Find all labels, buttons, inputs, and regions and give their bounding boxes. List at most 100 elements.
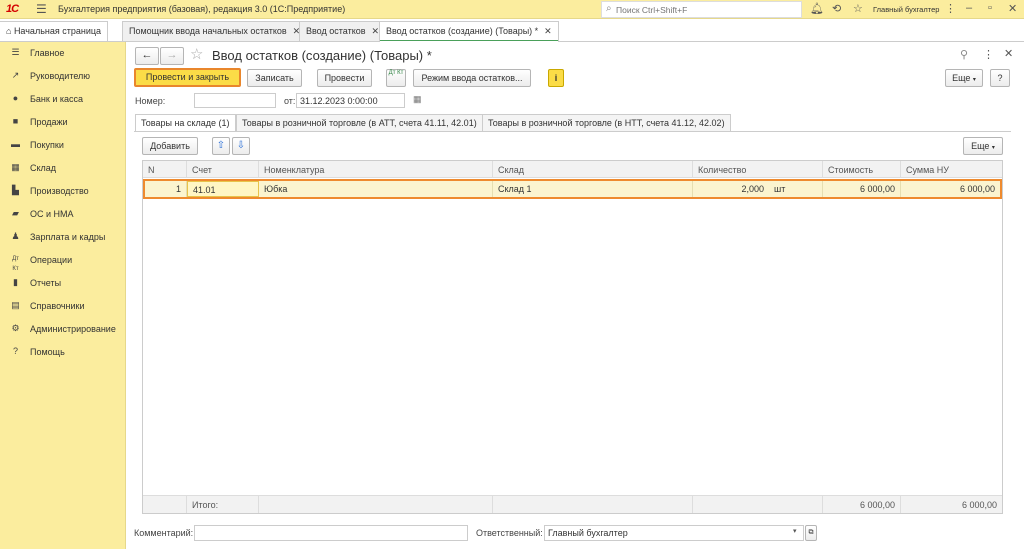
close-icon[interactable]: ✕ <box>372 26 380 36</box>
sidebar-item-label: Покупки <box>30 140 64 150</box>
footer-total-cost: 6 000,00 <box>823 496 901 513</box>
sidebar-item-label: Продажи <box>30 117 68 127</box>
cell-item[interactable]: Юбка <box>259 181 493 197</box>
open-icon: ⧉ <box>808 529 814 536</box>
sidebar-item-label: ОС и НМА <box>30 209 74 219</box>
cell-sum-nu[interactable]: 6 000,00 <box>901 181 1000 197</box>
maximize-icon[interactable]: ▫ <box>988 2 992 14</box>
bell-icon[interactable]: 🔔︎ <box>810 2 824 15</box>
sidebar-item-sales[interactable]: ■ Продажи <box>0 111 126 133</box>
star-icon[interactable]: ☆ <box>853 2 863 15</box>
main-menu-icon[interactable]: ☰ <box>36 2 47 16</box>
box-icon: ▦ <box>11 162 20 172</box>
column-header-warehouse[interactable]: Склад <box>493 161 693 178</box>
sidebar-item-help[interactable]: ? Помощь <box>0 341 126 363</box>
sidebar-item-fixed-assets[interactable]: ▰ ОС и НМА <box>0 203 126 225</box>
responsible-field[interactable]: Главный бухгалтер <box>544 525 804 541</box>
number-field[interactable] <box>194 93 276 108</box>
form-title: Ввод остатков (создание) (Товары) * <box>212 48 432 63</box>
tab-balances[interactable]: Ввод остатков ✕ <box>299 21 387 41</box>
sidebar-item-reports[interactable]: ▮ Отчеты <box>0 272 126 294</box>
move-down-button[interactable]: ⇩ <box>232 137 250 155</box>
sidebar-item-bank[interactable]: ● Банк и касса <box>0 88 126 110</box>
chevron-down-icon[interactable]: ▾ <box>793 527 797 535</box>
bar-chart-icon: ▮ <box>13 277 18 287</box>
tab-home[interactable]: ⌂ Начальная страница <box>0 21 109 41</box>
column-header-qty[interactable]: Количество <box>693 161 823 178</box>
forward-button[interactable]: → <box>160 47 184 65</box>
sidebar-item-purchases[interactable]: ▬ Покупки <box>0 134 126 156</box>
table-row[interactable]: 1 41.01 Юбка Склад 1 2,000 шт 6 000,00 6… <box>143 179 1002 199</box>
question-icon: ? <box>12 346 18 356</box>
column-header-sum-nu[interactable]: Сумма НУ <box>901 161 1002 178</box>
grid-more-button[interactable]: Еще ▾ <box>963 137 1003 155</box>
tab-retail-att[interactable]: Товары в розничной торговле (в АТТ, счет… <box>236 114 483 132</box>
more-label: Еще <box>952 73 971 83</box>
minimize-icon[interactable]: – <box>966 2 972 14</box>
add-button[interactable]: Добавить <box>142 137 198 155</box>
sidebar-item-manager[interactable]: ↗ Руководителю <box>0 65 126 87</box>
column-header-item[interactable]: Номенклатура <box>259 161 493 178</box>
back-button[interactable]: ← <box>135 47 159 65</box>
column-header-cost[interactable]: Стоимость <box>823 161 901 178</box>
help-button[interactable]: ? <box>990 69 1010 87</box>
comment-field[interactable] <box>194 525 468 541</box>
column-header-account[interactable]: Счет <box>187 161 259 178</box>
history-icon[interactable]: ⟲ <box>832 2 841 15</box>
kebab-icon[interactable]: ⋮ <box>983 48 994 61</box>
tab-label: Помощник ввода начальных остатков <box>129 26 287 36</box>
cell-warehouse[interactable]: Склад 1 <box>493 181 693 197</box>
sidebar-item-admin[interactable]: ⚙ Администрирование <box>0 318 126 340</box>
cell-account[interactable]: 41.01 <box>187 181 259 197</box>
sidebar-item-label: Помощь <box>30 347 65 357</box>
post-button[interactable]: Провести <box>317 69 372 87</box>
column-header-n[interactable]: N <box>143 161 187 178</box>
cell-n: 1 <box>145 181 187 197</box>
sidebar-item-label: Склад <box>30 163 57 173</box>
post-and-close-button[interactable]: Провести и закрыть <box>134 68 241 87</box>
sidebar-item-payroll[interactable]: ♟ Зарплата и кадры <box>0 226 126 248</box>
date-field[interactable]: 31.12.2023 0:00:00 <box>296 93 405 108</box>
sidebar-item-label: Производство <box>30 186 89 196</box>
gear-icon: ⚙ <box>11 323 20 333</box>
cell-unit[interactable]: шт <box>769 181 823 197</box>
goods-table[interactable]: N Счет Номенклатура Склад Количество Сто… <box>142 160 1003 514</box>
menu-icon: ☰ <box>11 47 20 57</box>
info-button[interactable]: i <box>548 69 564 87</box>
calendar-icon[interactable]: ▦ <box>413 94 422 105</box>
footer-cell <box>693 496 823 513</box>
save-button[interactable]: Записать <box>247 69 302 87</box>
tab-retail-ntt[interactable]: Товары в розничной торговле (в НТТ, счет… <box>482 114 731 132</box>
kebab-icon[interactable]: ⋮ <box>945 2 956 15</box>
dt-kt-icon: Дт Кт <box>388 70 404 76</box>
tab-assistant[interactable]: Помощник ввода начальных остатков ✕ <box>122 21 308 41</box>
link-icon[interactable]: ⚲ <box>960 48 968 61</box>
table-header: N Счет Номенклатура Склад Количество Сто… <box>143 161 1002 178</box>
open-button[interactable]: ⧉ <box>805 525 817 541</box>
move-up-button[interactable]: ⇧ <box>212 137 230 155</box>
search-box[interactable]: ⌕ <box>601 1 802 18</box>
chevron-down-icon: ▾ <box>972 77 976 83</box>
tab-goods-in-warehouse[interactable]: Товары на складе (1) <box>135 114 236 132</box>
dt-kt-button[interactable]: Дт Кт <box>386 69 406 87</box>
cell-cost[interactable]: 6 000,00 <box>823 181 901 197</box>
sidebar-item-production[interactable]: ▙ Производство <box>0 180 126 202</box>
app-logo: 1С <box>6 3 19 15</box>
sidebar-item-operations[interactable]: Дт Кт Операции <box>0 249 126 272</box>
sidebar-item-catalogs[interactable]: ▤ Справочники <box>0 295 126 317</box>
tab-balances-goods[interactable]: Ввод остатков (создание) (Товары) * ✕ <box>379 21 559 42</box>
user-name[interactable]: Главный бухгалтер <box>873 5 939 14</box>
close-icon[interactable]: ✕ <box>544 26 552 36</box>
favorite-star-icon[interactable]: ☆ <box>190 45 203 63</box>
cell-qty[interactable]: 2,000 <box>693 181 769 197</box>
input-mode-button[interactable]: Режим ввода остатков... <box>413 69 531 87</box>
footer-cell <box>493 496 693 513</box>
close-icon[interactable]: ✕ <box>1004 47 1013 60</box>
sidebar-item-warehouse[interactable]: ▦ Склад <box>0 157 126 179</box>
sidebar-item-label: Банк и касса <box>30 94 83 104</box>
close-icon[interactable]: ✕ <box>1008 2 1017 15</box>
bag-icon: ■ <box>12 116 19 126</box>
sidebar-item-main[interactable]: ☰ Главное <box>0 42 126 64</box>
more-button[interactable]: Еще ▾ <box>945 69 983 87</box>
search-input[interactable] <box>616 4 796 16</box>
